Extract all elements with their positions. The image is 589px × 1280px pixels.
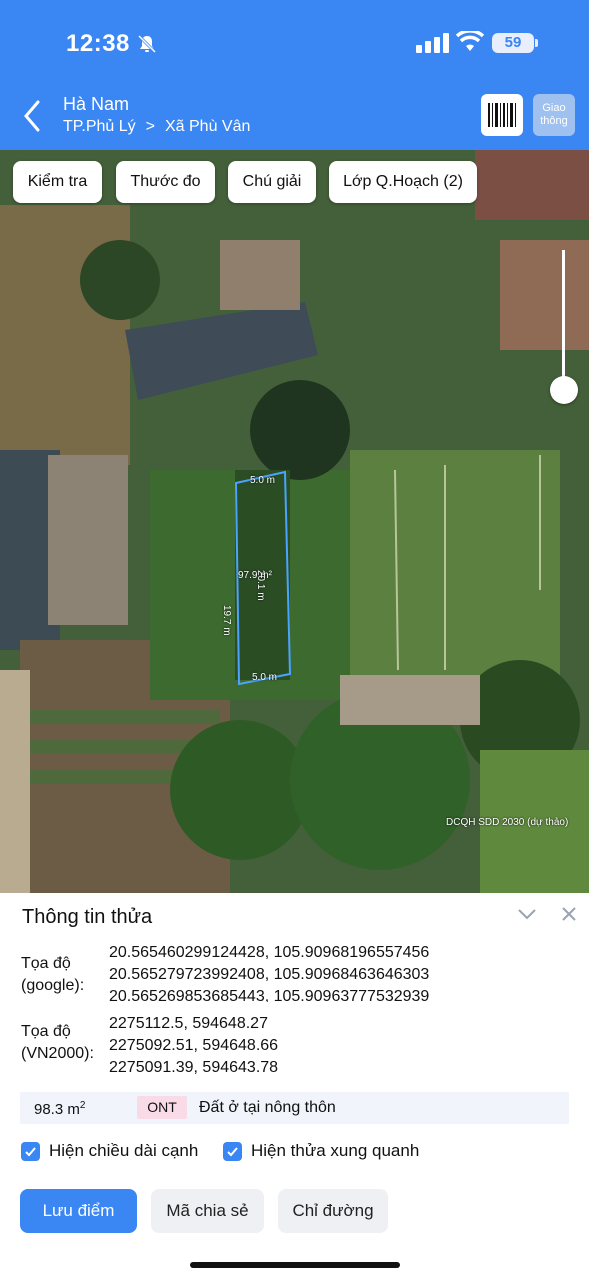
- vn2000-coord-row: 2275091.39, 594643.78: [109, 1059, 279, 1074]
- parcel-left-edge-label: 19.7 m: [221, 605, 232, 636]
- barcode-icon: [488, 103, 516, 127]
- satellite-map[interactable]: 5.0 m 5.0 m 20.1 m 19.7 m 97.9 m² Kiểm t…: [0, 150, 589, 895]
- legend-button[interactable]: Chú giải: [228, 161, 316, 203]
- vn2000-coords-list[interactable]: 2275112.5, 594648.27 2275092.51, 594648.…: [109, 1013, 479, 1074]
- vn2000-coords-label: Tọa độ (VN2000):: [21, 1023, 94, 1062]
- close-icon[interactable]: [560, 905, 578, 923]
- map-layer-watermark: DCQH SDD 2030 (dự thảo): [446, 817, 569, 828]
- opacity-slider-track[interactable]: [562, 250, 565, 390]
- status-time: 12:38: [66, 30, 130, 57]
- planning-layer-button[interactable]: Lớp Q.Hoạch (2): [329, 161, 477, 203]
- cellular-signal-icon: [416, 33, 449, 53]
- parcel-info-sheet: Thông tin thửa Tọa độ (google): 20.56546…: [0, 893, 589, 1280]
- checkmark-icon: [21, 1141, 40, 1161]
- vn2000-coord-row: 2275092.51, 594648.66: [109, 1037, 279, 1054]
- opacity-slider-thumb[interactable]: [550, 376, 578, 404]
- map-imagery: [0, 150, 589, 895]
- google-coords-label: Tọa độ (google):: [21, 955, 85, 994]
- share-code-button[interactable]: Mã chia sẻ: [151, 1189, 264, 1233]
- google-coord-row: 20.565269853685443, 105.90963777532939: [109, 988, 430, 1002]
- check-button[interactable]: Kiểm tra: [13, 161, 102, 203]
- parcel-area: 98.3 m2: [34, 1100, 86, 1118]
- sheet-title: Thông tin thửa: [22, 906, 153, 928]
- parcel-bottom-edge-label: 5.0 m: [252, 672, 278, 683]
- bell-slash-icon: [137, 34, 157, 54]
- show-surrounding-checkbox[interactable]: Hiện thửa xung quanh: [223, 1141, 419, 1161]
- traffic-button[interactable]: Giao thông: [533, 94, 575, 136]
- save-point-button[interactable]: Lưu điểm: [20, 1189, 137, 1233]
- barcode-button[interactable]: [481, 94, 523, 136]
- top-header: 12:38 59 Hà Nam TP.Phủ Lý > Xã Phù Vân G…: [0, 0, 589, 150]
- google-coord-row: 20.565460299124428, 105.90968196557456: [109, 944, 430, 961]
- home-indicator: [190, 1262, 400, 1268]
- wifi-icon: [456, 31, 484, 51]
- show-edge-length-checkbox[interactable]: Hiện chiều dài cạnh: [21, 1141, 198, 1161]
- checkmark-icon: [223, 1141, 242, 1161]
- checkbox-label: Hiện chiều dài cạnh: [49, 1141, 199, 1160]
- google-coords-list[interactable]: 20.565460299124428, 105.90968196557456 2…: [109, 942, 479, 1002]
- breadcrumb-district[interactable]: TP.Phủ Lý: [63, 118, 136, 136]
- parcel-area-label: 97.9 m²: [238, 570, 272, 581]
- chevron-left-icon[interactable]: [20, 98, 46, 134]
- province-name: Hà Nam: [63, 94, 130, 114]
- parcel-top-edge-label: 5.0 m: [250, 475, 276, 486]
- land-info-row: 98.3 m2 ONT Đất ở tại nông thôn: [20, 1092, 569, 1124]
- land-code-badge: ONT: [137, 1096, 187, 1119]
- breadcrumb: TP.Phủ Lý > Xã Phù Vân: [63, 118, 250, 136]
- land-type: Đất ở tại nông thôn: [199, 1099, 336, 1116]
- measure-button[interactable]: Thước đo: [116, 161, 215, 203]
- breadcrumb-commune[interactable]: Xã Phù Vân: [165, 118, 250, 136]
- chevron-down-icon[interactable]: [516, 905, 538, 923]
- google-coord-row: 20.565279723992408, 105.90968463646303: [109, 966, 430, 983]
- vn2000-coord-row: 2275112.5, 594648.27: [109, 1015, 268, 1032]
- battery-indicator: 59: [492, 33, 538, 53]
- directions-button[interactable]: Chỉ đường: [278, 1189, 388, 1233]
- chevron-right-icon: >: [145, 118, 155, 135]
- checkbox-label: Hiện thửa xung quanh: [251, 1141, 420, 1160]
